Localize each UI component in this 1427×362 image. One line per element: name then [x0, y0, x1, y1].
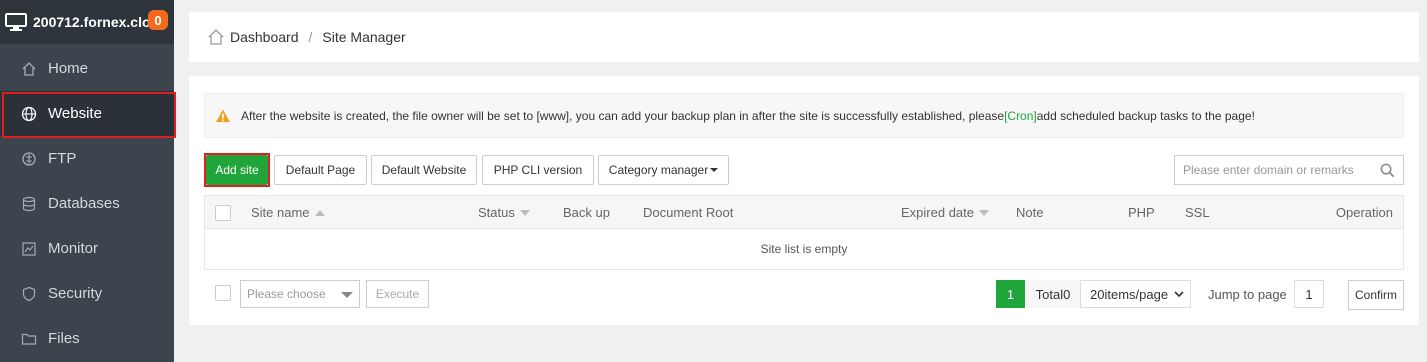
default-page-button[interactable]: Default Page [274, 155, 367, 185]
column-ssl: SSL [1185, 196, 1210, 229]
column-label: Status [478, 205, 515, 220]
shield-icon [20, 285, 38, 303]
column-status[interactable]: Status [478, 196, 530, 229]
info-notice: After the website is created, the file o… [204, 93, 1404, 138]
confirm-button[interactable]: Confirm [1348, 280, 1404, 310]
notification-badge[interactable]: 0 [148, 10, 168, 30]
column-php: PHP [1128, 196, 1155, 229]
sidebar-item-databases[interactable]: Databases [0, 181, 174, 226]
column-label: Site name [251, 205, 310, 220]
column-label: Operation [1335, 205, 1393, 220]
batch-action-placeholder: Please choose [247, 287, 326, 301]
sidebar-item-label: Home [48, 60, 89, 77]
column-site-name[interactable]: Site name [251, 196, 325, 229]
computer-icon [5, 13, 27, 31]
caret-down-icon [710, 168, 719, 172]
sidebar-item-label: FTP [48, 150, 77, 167]
add-site-button[interactable]: Add site [204, 153, 270, 187]
category-manager-dropdown[interactable]: Category manager [598, 155, 729, 185]
ftp-icon [20, 150, 38, 168]
search-input[interactable] [1183, 163, 1373, 177]
column-expired-date[interactable]: Expired date [901, 196, 989, 229]
current-page-button[interactable]: 1 [996, 280, 1025, 308]
home-icon [20, 60, 38, 78]
empty-table-message: Site list is empty [760, 242, 848, 256]
sidebar-item-label: Website [48, 105, 102, 122]
site-table: Site name Status Back up Document Root E… [204, 195, 1404, 270]
category-manager-label: Category manager [608, 163, 709, 177]
notice-text-after: add scheduled backup tasks to the page! [1036, 108, 1255, 123]
search-box [1174, 155, 1404, 185]
breadcrumb: Dashboard / Site Manager [189, 12, 1419, 62]
breadcrumb-separator: / [308, 29, 313, 45]
jump-to-page-label: Jump to page [1208, 286, 1287, 302]
column-backup: Back up [563, 196, 610, 229]
monitor-icon [20, 240, 38, 258]
table-header: Site name Status Back up Document Root E… [205, 196, 1403, 229]
sort-down-icon [519, 209, 530, 216]
column-label: PHP [1128, 205, 1155, 220]
column-operation: Operation [1336, 196, 1393, 229]
sidebar-item-label: Files [48, 330, 80, 347]
column-note: Note [1016, 196, 1043, 229]
chevron-down-icon [1174, 291, 1184, 298]
sidebar-item-home[interactable]: Home [0, 46, 174, 91]
folder-icon [20, 330, 38, 348]
notice-text-before: After the website is created, the file o… [241, 108, 1005, 123]
warning-icon [216, 109, 230, 122]
globe-icon [20, 105, 38, 123]
default-website-button[interactable]: Default Website [371, 155, 477, 185]
column-label: Note [1016, 205, 1044, 220]
sort-down-icon [979, 209, 989, 216]
server-header: 200712.fornex.cloud 0 [0, 0, 174, 44]
items-per-page-value: 20items/page [1090, 286, 1169, 302]
sort-up-icon [314, 209, 325, 216]
total-count: Total0 [1026, 280, 1080, 308]
sidebar-item-security[interactable]: Security [0, 271, 174, 316]
column-label: Document Root [643, 205, 734, 220]
batch-select-checkbox[interactable] [215, 285, 231, 301]
dropdown-arrow-icon [341, 292, 353, 298]
column-document-root: Document Root [643, 196, 733, 229]
php-cli-version-button[interactable]: PHP CLI version [482, 155, 594, 185]
server-name: 200712.fornex.cloud [33, 14, 149, 30]
column-label: Back up [563, 205, 610, 220]
notice-text: After the website is created, the file o… [241, 109, 1255, 123]
batch-action-select[interactable]: Please choose [240, 280, 360, 308]
site-manager-panel: After the website is created, the file o… [189, 76, 1419, 325]
sidebar-item-label: Monitor [48, 240, 99, 257]
jump-page-input[interactable]: 1 [1294, 280, 1324, 308]
home-icon[interactable] [207, 28, 225, 46]
search-icon[interactable] [1380, 163, 1395, 178]
column-label: SSL [1185, 205, 1210, 220]
sidebar-item-website[interactable]: Website [0, 91, 176, 138]
sidebar-item-files[interactable]: Files [0, 316, 174, 361]
breadcrumb-dashboard-link[interactable]: Dashboard [230, 29, 299, 45]
breadcrumb-current: Site Manager [322, 29, 406, 45]
sidebar-item-ftp[interactable]: FTP [0, 136, 174, 181]
select-all-cell [215, 196, 231, 229]
execute-button[interactable]: Execute [366, 280, 429, 308]
column-label: Expired date [901, 205, 974, 220]
select-all-checkbox[interactable] [215, 204, 231, 221]
database-icon [20, 195, 38, 213]
sidebar: 200712.fornex.cloud 0 Home Website FTP D… [0, 0, 176, 362]
items-per-page-select[interactable]: 20items/page [1080, 280, 1191, 308]
sidebar-item-label: Databases [48, 195, 120, 212]
sidebar-item-monitor[interactable]: Monitor [0, 226, 174, 271]
cron-link[interactable]: [Cron] [1004, 109, 1037, 123]
sidebar-item-label: Security [48, 285, 103, 302]
